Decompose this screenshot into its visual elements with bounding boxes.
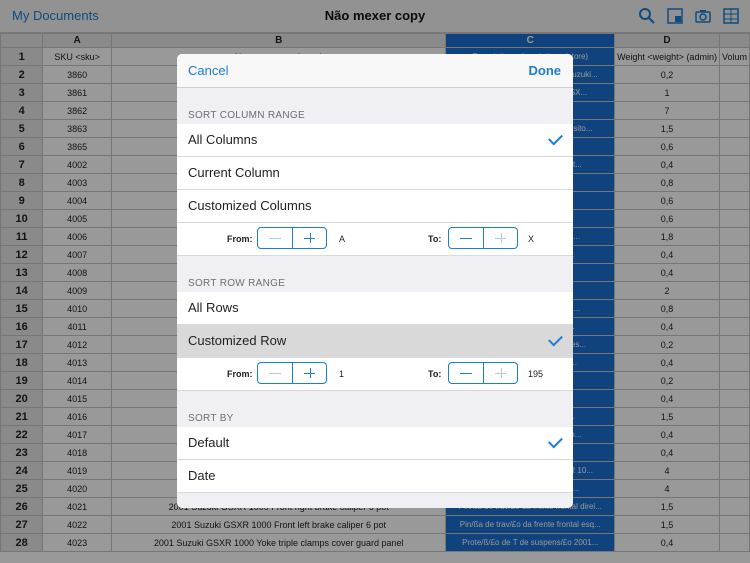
decrement-button[interactable] xyxy=(258,363,292,383)
option-customized-columns[interactable]: Customized Columns xyxy=(177,190,573,223)
row-from-value: 1 xyxy=(339,369,345,379)
to-label: To: xyxy=(428,234,442,244)
section-header-sort-column-range: SORT COLUMN RANGE xyxy=(188,110,305,121)
dialog-header: Cancel Done xyxy=(177,54,573,88)
section-header-sort-row-range: SORT ROW RANGE xyxy=(188,278,286,289)
column-to-stepper xyxy=(448,227,518,249)
checkmark-icon xyxy=(548,331,563,347)
row-from-stepper xyxy=(257,362,327,384)
row-to-stepper xyxy=(448,362,518,384)
row-range-steppers: From: 1 To: 195 xyxy=(177,358,573,391)
decrement-button[interactable] xyxy=(449,228,483,248)
option-all-rows[interactable]: All Rows xyxy=(177,292,573,325)
option-label: Customized Row xyxy=(188,333,287,348)
column-to-value: X xyxy=(528,234,535,244)
checkmark-icon xyxy=(548,433,563,449)
checkmark-icon xyxy=(548,130,563,146)
increment-button[interactable] xyxy=(482,228,518,248)
decrement-button[interactable] xyxy=(449,363,483,383)
sort-dialog: Cancel Done SORT COLUMN RANGE All Column… xyxy=(177,54,573,508)
column-from-stepper xyxy=(257,227,327,249)
from-label: From: xyxy=(227,234,253,244)
decrement-button[interactable] xyxy=(258,228,292,248)
column-range-steppers: From: A To: X xyxy=(177,223,573,256)
from-label: From: xyxy=(227,369,253,379)
option-date[interactable]: Date xyxy=(177,460,573,493)
done-button[interactable]: Done xyxy=(529,63,562,78)
section-header-sort-by: SORT BY xyxy=(188,413,234,424)
option-label: Current Column xyxy=(188,165,280,180)
cancel-button[interactable]: Cancel xyxy=(188,63,228,78)
row-to-value: 195 xyxy=(528,369,544,379)
option-label: Default xyxy=(188,435,230,450)
option-default[interactable]: Default xyxy=(177,427,573,460)
column-from-value: A xyxy=(339,234,346,244)
option-label: Date xyxy=(188,468,216,483)
option-label: All Columns xyxy=(188,132,258,147)
option-current-column[interactable]: Current Column xyxy=(177,157,573,190)
option-label: Customized Columns xyxy=(188,198,312,213)
increment-button[interactable] xyxy=(482,363,518,383)
option-customized-row[interactable]: Customized Row xyxy=(177,325,573,358)
increment-button[interactable] xyxy=(291,228,327,248)
to-label: To: xyxy=(428,369,442,379)
option-all-columns[interactable]: All Columns xyxy=(177,124,573,157)
option-label: All Rows xyxy=(188,300,239,315)
increment-button[interactable] xyxy=(291,363,327,383)
